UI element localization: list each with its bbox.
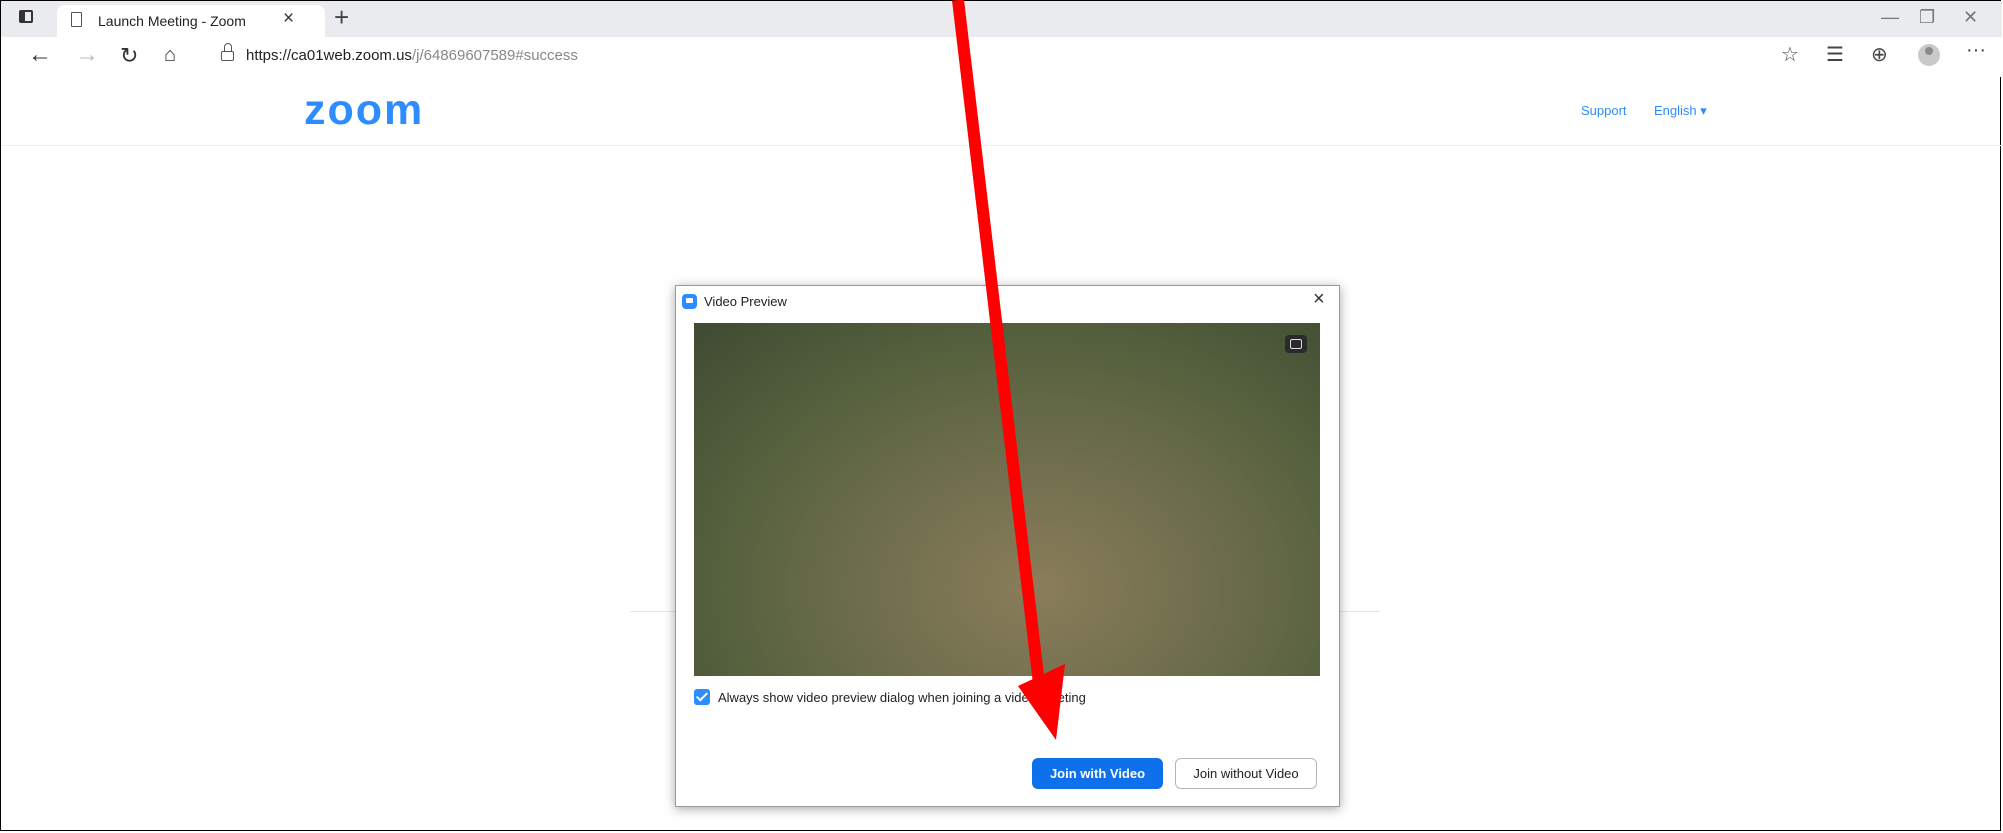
annotation-arrow: [952, 0, 1065, 740]
annotation-arrow-shaft: [952, 0, 1046, 693]
annotation-arrow-head: [1018, 664, 1065, 740]
